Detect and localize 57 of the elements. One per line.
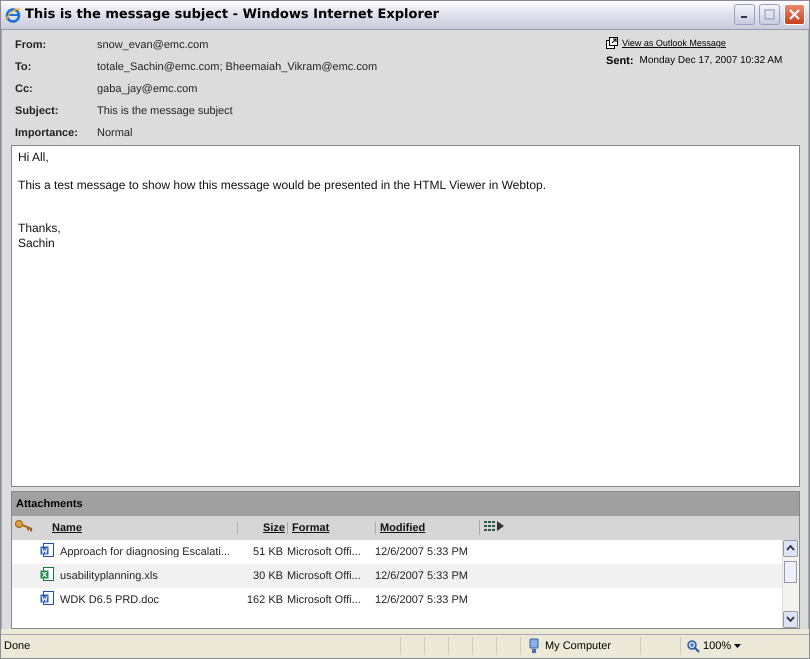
message-paragraph: Thanks, Sachin	[18, 220, 62, 251]
zone-label: My Computer	[545, 640, 612, 652]
column-header[interactable]: Modified	[380, 522, 426, 534]
field-value: totale_Sachin@emc.com; Bheemaiah_Vikram@emc.com	[97, 60, 378, 73]
key-icon	[14, 520, 34, 532]
field-label: Cc:	[15, 82, 34, 95]
field-value: Normal	[97, 126, 134, 139]
file-name: WDK D6.5 PRD.doc	[60, 594, 160, 606]
file-format: Microsoft Offi...	[287, 570, 362, 582]
minimize-button[interactable]	[734, 4, 755, 26]
file-size: 30 KB	[252, 570, 284, 582]
scrollbar[interactable]	[782, 540, 799, 628]
browser-logo-icon	[5, 6, 21, 23]
attachment-row[interactable]: WDK D6.5 PRD.doc 162 KB Microsoft Offi... 12/6/2007 5:33 PM	[12, 588, 782, 612]
column-chooser-icon[interactable]	[484, 520, 506, 532]
field-value: gaba_jay@emc.com	[97, 82, 198, 95]
open-window-icon	[606, 36, 618, 49]
message-paragraph: Hi All,	[18, 150, 50, 165]
scroll-thumb[interactable]	[784, 560, 797, 583]
column-header[interactable]: Format	[292, 522, 330, 534]
file-size: 51 KB	[252, 546, 284, 558]
file-modified: 12/6/2007 5:33 PM	[375, 570, 469, 582]
zoom-level[interactable]: 100%	[703, 640, 732, 652]
column-header[interactable]: Name	[52, 522, 82, 534]
field-label: Importance:	[15, 126, 79, 139]
caret-icon[interactable]	[734, 644, 742, 649]
file-modified: 12/6/2007 5:33 PM	[375, 546, 469, 558]
file-size: 162 KB	[246, 594, 284, 606]
field-label: Subject:	[15, 104, 60, 117]
message-paragraph: This a test message to show how this message would be presented in the HTML Viewer in Webtop.	[18, 178, 548, 193]
window-title: This is the message subject - Windows Internet Explorer	[25, 7, 440, 22]
column-header[interactable]: Size	[262, 522, 285, 534]
outlook-link[interactable]: View as Outlook Message	[622, 38, 726, 48]
scroll-up-icon[interactable]	[786, 545, 795, 552]
document-icon	[40, 543, 54, 558]
file-format: Microsoft Offi...	[287, 594, 362, 606]
spreadsheet-icon	[40, 567, 54, 582]
computer-icon	[527, 638, 541, 654]
field-value: snow_evan@emc.com	[97, 38, 210, 51]
file-format: Microsoft Offi...	[287, 546, 362, 558]
field-label: To:	[15, 60, 32, 73]
document-icon	[40, 591, 54, 606]
attachment-row[interactable]: usabilityplanning.xls 30 KB Microsoft Offi... 12/6/2007 5:33 PM	[12, 564, 782, 588]
close-icon[interactable]	[789, 9, 800, 20]
sent-label: Sent:	[606, 54, 634, 67]
field-label: From:	[15, 38, 48, 51]
panel-title: Attachments	[12, 492, 799, 516]
file-name: Approach for diagnosing Escalati...	[60, 546, 231, 558]
attachment-row[interactable]: Approach for diagnosing Escalati... 51 KB Microsoft Offi... 12/6/2007 5:33 PM	[12, 540, 782, 564]
status-text: Done	[4, 640, 30, 652]
file-modified: 12/6/2007 5:33 PM	[375, 594, 469, 606]
close-button[interactable]	[784, 4, 805, 26]
sent-value: Monday Dec 17, 2007 10:32 AM	[640, 54, 782, 67]
zoom-icon[interactable]	[687, 640, 700, 653]
scroll-down-icon[interactable]	[786, 616, 795, 622]
file-name: usabilityplanning.xls	[60, 570, 159, 582]
field-value: This is the message subject	[97, 104, 234, 117]
